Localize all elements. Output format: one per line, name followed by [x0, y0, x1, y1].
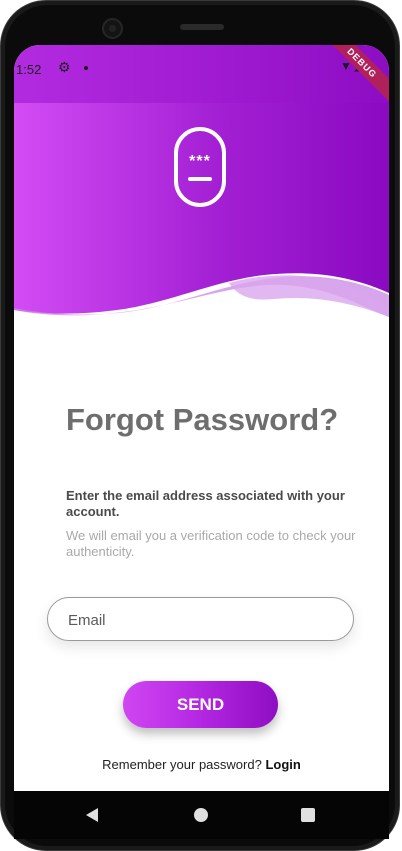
subtitle-text: Enter the email address associated with … — [66, 488, 345, 519]
dot-icon — [84, 66, 88, 70]
device: 1:52 ⚙ ▼◢ DEBUG *** Forgot Password? Ent… — [0, 0, 402, 851]
camera-icon — [102, 18, 123, 39]
debug-banner: DEBUG — [317, 45, 389, 108]
speaker-grille — [180, 24, 224, 30]
home-icon[interactable] — [194, 808, 208, 822]
status-time: 1:52 — [16, 62, 42, 77]
gear-icon: ⚙ — [58, 59, 71, 75]
login-link[interactable]: Login — [265, 757, 300, 772]
info-text: We will email you a verification code to… — [66, 528, 356, 559]
email-field[interactable] — [47, 597, 354, 642]
recents-icon[interactable] — [301, 808, 315, 822]
system-nav-bar — [14, 791, 389, 839]
password-stars: *** — [189, 153, 211, 170]
password-underline — [188, 177, 212, 181]
send-button[interactable]: SEND — [123, 681, 278, 728]
back-icon[interactable] — [86, 808, 98, 822]
email-input[interactable] — [66, 598, 330, 642]
app-screen: 1:52 ⚙ ▼◢ DEBUG *** Forgot Password? Ent… — [14, 45, 389, 791]
header-wave: *** — [14, 103, 389, 333]
status-bar: 1:52 ⚙ ▼◢ DEBUG — [14, 45, 389, 108]
remember-password-row: Remember your password? Login — [14, 757, 389, 772]
remember-text: Remember your password? — [102, 757, 262, 772]
password-field-icon: *** — [174, 127, 226, 207]
page-title: Forgot Password? — [66, 402, 339, 437]
